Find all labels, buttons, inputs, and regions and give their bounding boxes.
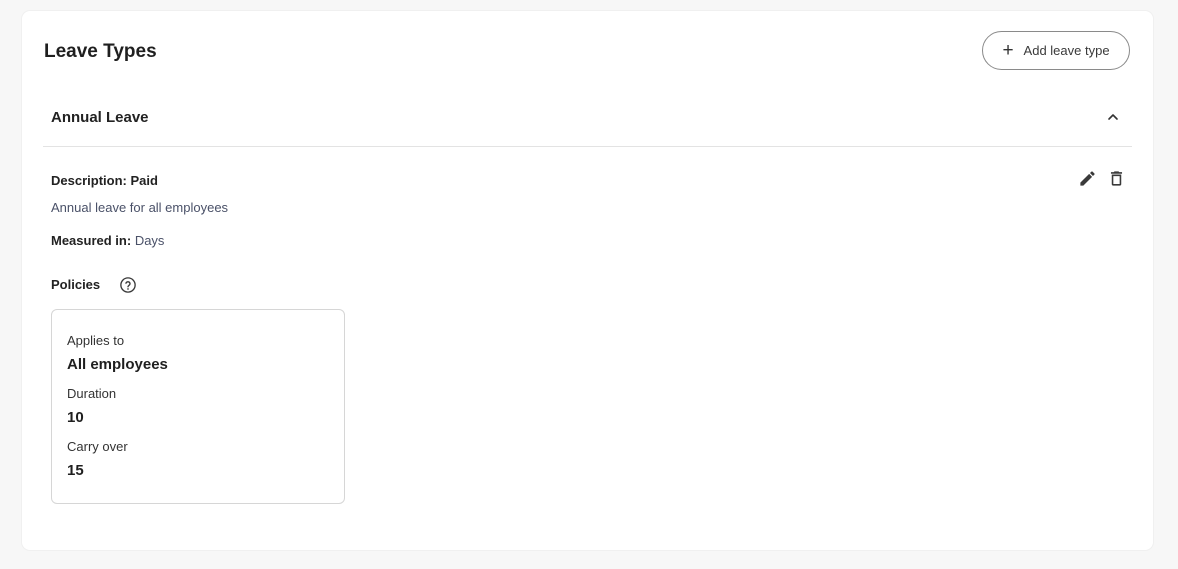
leave-type-name: Annual Leave <box>51 109 149 126</box>
policies-label: Policies <box>51 277 101 292</box>
duration-value: 10 <box>67 409 84 426</box>
measured-in-label: Measured in: <box>51 233 132 248</box>
measured-in-line: Measured in: Days <box>51 233 164 248</box>
applies-to-label: Applies to <box>67 333 125 348</box>
question-circle-icon[interactable] <box>119 276 137 294</box>
page-title: Leave Types <box>44 41 157 62</box>
applies-to-value: All employees <box>67 356 168 373</box>
plus-icon: + <box>1002 40 1014 61</box>
policy-card: Applies to All employees Duration 10 Car… <box>51 309 345 504</box>
measured-in-value: Days <box>134 233 165 248</box>
trash-icon[interactable] <box>1107 169 1126 188</box>
add-leave-type-button[interactable]: + Add leave type <box>982 31 1130 70</box>
leave-type-accordion-header[interactable]: Annual Leave <box>43 98 1132 147</box>
duration-label: Duration <box>67 386 117 401</box>
description-line: Description: Paid <box>51 173 158 188</box>
leave-types-card: Leave Types + Add leave type Annual Leav… <box>22 11 1153 550</box>
carry-over-label: Carry over <box>67 439 128 454</box>
description-label: Description: <box>51 173 127 188</box>
carry-over-value: 15 <box>67 462 84 479</box>
description-value: Paid <box>130 173 158 188</box>
pencil-icon[interactable] <box>1078 169 1097 188</box>
add-leave-type-label: Add leave type <box>1023 43 1110 58</box>
description-text: Annual leave for all employees <box>51 200 229 215</box>
chevron-up-icon[interactable] <box>1106 110 1120 124</box>
